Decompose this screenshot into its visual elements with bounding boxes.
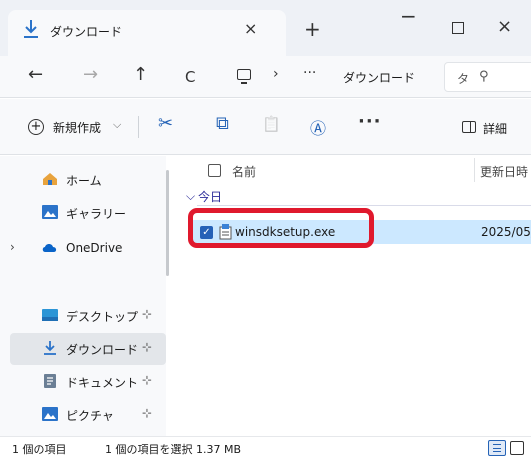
cut-icon[interactable]: ✂ — [158, 113, 173, 134]
up-button[interactable]: ↑ — [133, 66, 148, 84]
tab-close-icon[interactable]: × — [244, 19, 257, 38]
group-header-today[interactable]: 今日 — [198, 188, 222, 205]
group-collapse-icon[interactable]: ⌵ — [186, 189, 195, 204]
sidebar-item-label: OneDrive — [66, 241, 123, 255]
sidebar-item-label: デスクトップ — [66, 310, 139, 324]
expand-chevron-icon[interactable]: › — [10, 240, 15, 254]
more-options-button[interactable]: ··· — [358, 111, 382, 132]
pane-splitter[interactable] — [166, 170, 169, 276]
select-all-checkbox[interactable] — [208, 164, 221, 177]
navigation-pane: ホーム ギャラリー › OneDrive デスクトップ ⊹ ダウンロード ⊹ ド… — [0, 156, 166, 436]
cloud-icon — [42, 244, 57, 252]
desktop-icon — [42, 309, 58, 321]
pictures-icon — [42, 407, 58, 421]
download-icon — [44, 341, 56, 355]
search-icon: ⚲ — [479, 69, 489, 84]
document-icon — [44, 374, 56, 388]
tab-downloads[interactable]: ダウンロード × — [8, 10, 286, 56]
download-icon — [24, 20, 38, 38]
column-divider[interactable] — [474, 158, 475, 182]
gallery-icon — [42, 205, 58, 219]
copy-icon[interactable]: ⧉ — [216, 113, 229, 134]
pin-icon[interactable]: ⊹ — [142, 373, 152, 387]
close-window-button[interactable]: × — [497, 16, 512, 37]
command-bar: + 新規作成 ⌵ ✂ ⧉ 📋 Ⓐ ··· 詳細 — [0, 99, 531, 155]
breadcrumb-more-button[interactable]: ··· — [303, 65, 316, 81]
toolbar-divider — [138, 116, 139, 138]
pin-icon[interactable]: ⊹ — [142, 340, 152, 354]
home-icon — [43, 173, 57, 185]
column-header-name[interactable]: 名前 — [232, 163, 256, 180]
file-date: 2025/05/2 — [481, 225, 531, 239]
details-view-button[interactable] — [488, 440, 506, 456]
sidebar-item-label: ドキュメント — [66, 376, 139, 390]
back-button[interactable]: ← — [28, 66, 43, 84]
paste-icon[interactable]: 📋 — [262, 115, 281, 133]
file-list: 名前 更新日時 ⌵ 今日 ✓ winsdksetup.exe 2025/05/2 — [176, 156, 531, 436]
sidebar-item-onedrive[interactable]: › OneDrive — [0, 233, 166, 265]
chevron-down-icon[interactable]: ⌵ — [113, 118, 121, 132]
sidebar-item-desktop[interactable]: デスクトップ ⊹ — [10, 300, 166, 332]
this-pc-icon[interactable] — [237, 69, 251, 84]
status-bar: 1 個の項目 1 個の項目を選択 1.37 MB — [0, 436, 531, 459]
maximize-button[interactable] — [452, 22, 464, 34]
column-header-date[interactable]: 更新日時 — [480, 163, 528, 180]
tiles-view-button[interactable] — [510, 441, 524, 455]
sidebar-item-label: ダウンロード — [66, 343, 139, 357]
sidebar-item-gallery[interactable]: ギャラリー — [10, 197, 166, 229]
sidebar-item-pictures[interactable]: ピクチャ ⊹ — [10, 399, 166, 431]
new-plus-icon[interactable]: + — [28, 119, 44, 135]
sidebar-item-downloads[interactable]: ダウンロード ⊹ — [10, 333, 166, 365]
title-bar: ダウンロード × + − × — [0, 0, 531, 56]
pin-icon[interactable]: ⊹ — [142, 406, 152, 420]
address-bar-row: ← → ↑ C › ··· ダウンロード タ ⚲ — [0, 56, 531, 98]
sidebar-item-home[interactable]: ホーム — [10, 164, 166, 196]
details-pane-icon[interactable] — [462, 121, 476, 133]
selection-info: 1 個の項目を選択 1.37 MB — [105, 443, 242, 456]
refresh-button[interactable]: C — [185, 68, 195, 86]
breadcrumb-separator: › — [273, 66, 279, 82]
group-divider — [197, 205, 531, 206]
search-input-text: タ — [457, 72, 470, 86]
sidebar-item-label: ギャラリー — [66, 207, 127, 221]
sidebar-item-label: ピクチャ — [66, 409, 114, 423]
highlight-annotation — [188, 208, 374, 248]
item-count: 1 個の項目 — [12, 443, 67, 456]
sidebar-item-documents[interactable]: ドキュメント ⊹ — [10, 366, 166, 398]
search-input[interactable]: タ ⚲ — [444, 62, 531, 92]
minimize-button[interactable]: − — [400, 4, 417, 28]
pin-icon[interactable]: ⊹ — [142, 307, 152, 321]
new-tab-button[interactable]: + — [304, 19, 321, 39]
rename-icon[interactable]: Ⓐ — [310, 115, 326, 139]
tab-title: ダウンロード — [50, 25, 123, 39]
sidebar-item-label: ホーム — [66, 174, 102, 188]
new-button[interactable]: 新規作成 — [53, 119, 101, 136]
forward-button[interactable]: → — [83, 66, 98, 84]
breadcrumb-current[interactable]: ダウンロード — [343, 69, 415, 86]
details-button[interactable]: 詳細 — [483, 120, 507, 137]
